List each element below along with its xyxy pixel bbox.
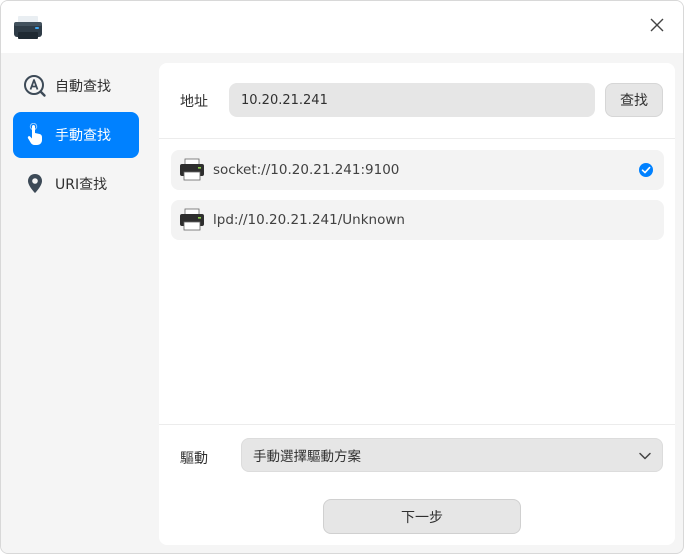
sidebar-item-label: 手動查找 [55, 128, 111, 144]
printer-add-window: 自動查找 手動查找 URI查找 地址 查找 [0, 0, 684, 554]
device-item-socket[interactable]: socket://10.20.21.241:9100 [171, 150, 664, 190]
printer-app-icon [13, 15, 43, 41]
address-label: 地址 [180, 94, 208, 110]
printer-icon [179, 207, 205, 233]
sidebar: 自動查找 手動查找 URI查找 [1, 53, 149, 553]
check-circle-icon [638, 162, 654, 178]
location-pin-icon [23, 172, 47, 196]
driver-select-value: 手動選擇驅動方案 [253, 449, 361, 465]
close-icon [650, 18, 664, 36]
printer-icon [179, 157, 205, 183]
hand-pointer-icon [23, 123, 47, 147]
address-input[interactable] [229, 83, 595, 117]
next-button[interactable]: 下一步 [323, 499, 521, 534]
driver-label: 驅動 [180, 451, 208, 467]
device-item-lpd[interactable]: lpd://10.20.21.241/Unknown [171, 200, 664, 240]
driver-select[interactable]: 手動選擇驅動方案 [241, 438, 663, 472]
sidebar-item-label: URI查找 [55, 177, 108, 193]
chevron-down-icon [638, 449, 652, 463]
close-button[interactable] [637, 7, 677, 47]
sidebar-item-manual-discover[interactable]: 手動查找 [13, 112, 139, 158]
main-panel: 地址 查找 socket://10.20.21.241:9100 [159, 63, 675, 545]
device-uri: lpd://10.20.21.241/Unknown [213, 212, 405, 228]
sidebar-item-auto-discover[interactable]: 自動查找 [13, 63, 139, 109]
title-bar [1, 1, 683, 53]
address-row: 地址 查找 [159, 63, 675, 139]
device-uri: socket://10.20.21.241:9100 [213, 162, 400, 178]
find-button[interactable]: 查找 [605, 83, 663, 117]
sidebar-item-uri-discover[interactable]: URI查找 [13, 161, 139, 207]
auto-discover-icon [23, 74, 47, 98]
driver-row: 驅動 手動選擇驅動方案 下一步 [159, 424, 675, 545]
sidebar-item-label: 自動查找 [55, 79, 111, 95]
